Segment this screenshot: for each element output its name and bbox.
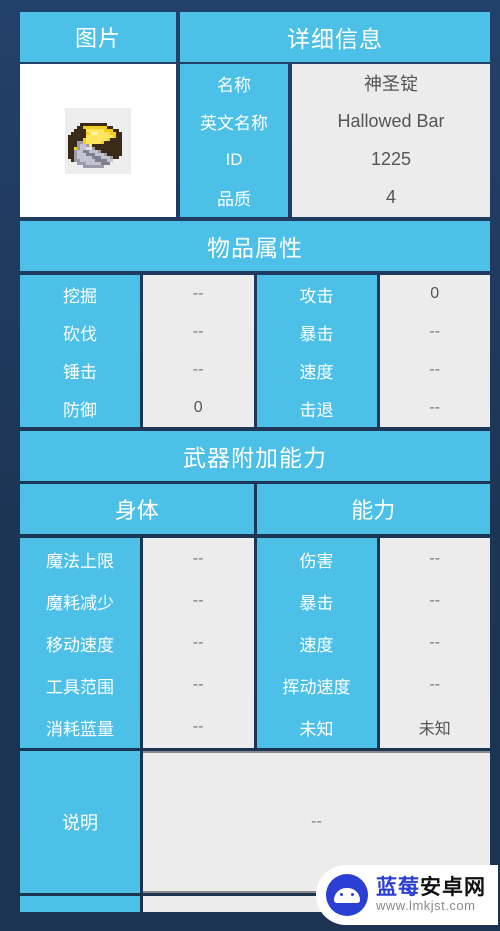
bonus-label: 魔耗减少 bbox=[46, 593, 114, 613]
description-label: 说明 bbox=[20, 751, 140, 893]
bonus-value: -- bbox=[429, 592, 441, 609]
weapon-bonus-left-group: 魔法上限 魔耗减少 移动速度 工具范围 消耗蓝量 -- -- -- -- -- bbox=[20, 538, 254, 748]
bonus-label-column: 伤害 暴击 速度 挥动速度 未知 bbox=[256, 538, 377, 748]
attribute-value: -- bbox=[429, 399, 441, 416]
bonus-value: -- bbox=[192, 634, 204, 651]
weapon-bonus-table: 魔法上限 魔耗减少 移动速度 工具范围 消耗蓝量 -- -- -- -- -- … bbox=[20, 538, 490, 748]
weapon-bonus-group-headers: 身体 能力 bbox=[20, 484, 490, 534]
item-info-card: 图片 详细信息 名称 英文名称 ID 品质 神圣锭 Hallowed Bar 1… bbox=[20, 12, 490, 912]
bonus-value: 未知 bbox=[418, 721, 451, 738]
attribute-label: 击退 bbox=[299, 400, 334, 420]
attribute-label-column: 攻击 暴击 速度 击退 bbox=[256, 275, 377, 427]
hallowed-bar-icon bbox=[65, 107, 131, 174]
attribute-value: -- bbox=[429, 361, 441, 378]
detail-label: ID bbox=[225, 149, 243, 169]
bonus-value: -- bbox=[429, 676, 441, 693]
bonus-label: 工具范围 bbox=[46, 677, 114, 697]
attribute-label: 锤击 bbox=[63, 362, 97, 382]
detail-rows: 名称 英文名称 ID 品质 神圣锭 Hallowed Bar 1225 4 bbox=[180, 64, 490, 217]
detail-value: Hallowed Bar bbox=[337, 110, 445, 131]
attribute-label: 攻击 bbox=[299, 286, 334, 306]
bonus-label: 伤害 bbox=[299, 551, 334, 571]
watermark-title-blue: 蓝莓 bbox=[376, 876, 420, 900]
detail-value: 4 bbox=[385, 187, 396, 208]
android-robot-icon bbox=[326, 874, 368, 916]
weapon-bonus-header: 武器附加能力 bbox=[20, 431, 490, 481]
attribute-value: 0 bbox=[193, 399, 203, 416]
attribute-label: 暴击 bbox=[299, 324, 334, 344]
top-section: 图片 详细信息 名称 英文名称 ID 品质 神圣锭 Hallowed Bar 1… bbox=[20, 12, 490, 217]
item-attributes-table: 挖掘 砍伐 锤击 防御 -- -- -- 0 攻击 暴击 速度 击退 0 -- bbox=[20, 275, 490, 427]
bonus-label: 暴击 bbox=[299, 593, 334, 613]
detail-value-column: 神圣锭 Hallowed Bar 1225 4 bbox=[292, 64, 490, 217]
attribute-value: 0 bbox=[430, 285, 440, 302]
detail-column: 详细信息 名称 英文名称 ID 品质 神圣锭 Hallowed Bar 1225… bbox=[180, 12, 490, 217]
bonus-label: 未知 bbox=[299, 719, 334, 739]
detail-value: 1225 bbox=[370, 149, 412, 170]
attribute-value-column: 0 -- -- -- bbox=[379, 275, 490, 427]
attribute-label: 砍伐 bbox=[63, 324, 97, 344]
attribute-label: 挖掘 bbox=[63, 286, 97, 306]
weapon-bonus-right-group: 伤害 暴击 速度 挥动速度 未知 -- -- -- -- 未知 bbox=[256, 538, 490, 748]
attribute-label: 速度 bbox=[299, 362, 334, 382]
bonus-label: 魔法上限 bbox=[46, 551, 114, 571]
bonus-value-column: -- -- -- -- -- bbox=[143, 538, 254, 748]
attribute-value: -- bbox=[192, 361, 204, 378]
watermark-text: 蓝莓安卓网 www.lmkjst.com bbox=[376, 877, 486, 913]
detail-label-column: 名称 英文名称 ID 品质 bbox=[180, 64, 288, 217]
bonus-value: -- bbox=[192, 550, 204, 567]
bonus-value: -- bbox=[192, 718, 204, 735]
attribute-value-column: -- -- -- 0 bbox=[143, 275, 254, 427]
detail-label: 英文名称 bbox=[200, 113, 268, 133]
detail-label: 名称 bbox=[217, 75, 251, 95]
site-watermark: 蓝莓安卓网 www.lmkjst.com bbox=[316, 865, 498, 925]
picture-column: 图片 bbox=[20, 12, 176, 217]
watermark-url: www.lmkjst.com bbox=[376, 898, 476, 914]
detail-value: 神圣锭 bbox=[364, 74, 418, 95]
bonus-label: 速度 bbox=[299, 635, 334, 655]
bonus-value: -- bbox=[429, 634, 441, 651]
weapon-bonus-ability-header: 能力 bbox=[256, 484, 490, 534]
item-attributes-right-group: 攻击 暴击 速度 击退 0 -- -- -- bbox=[256, 275, 490, 427]
next-row-label bbox=[20, 896, 140, 912]
bonus-value-column: -- -- -- -- 未知 bbox=[379, 538, 490, 748]
detail-header: 详细信息 bbox=[180, 12, 490, 62]
bonus-label-column: 魔法上限 魔耗减少 移动速度 工具范围 消耗蓝量 bbox=[20, 538, 140, 748]
bonus-label: 挥动速度 bbox=[282, 677, 351, 697]
attribute-label: 防御 bbox=[63, 400, 97, 420]
bonus-value: -- bbox=[192, 592, 204, 609]
picture-header: 图片 bbox=[20, 12, 176, 62]
watermark-title-black: 安卓网 bbox=[420, 876, 486, 900]
bonus-value: -- bbox=[429, 550, 441, 567]
attribute-value: -- bbox=[192, 323, 204, 340]
attribute-label-column: 挖掘 砍伐 锤击 防御 bbox=[20, 275, 140, 427]
attribute-value: -- bbox=[192, 285, 204, 302]
picture-body bbox=[20, 64, 176, 217]
item-attributes-left-group: 挖掘 砍伐 锤击 防御 -- -- -- 0 bbox=[20, 275, 254, 427]
detail-label: 品质 bbox=[217, 190, 251, 210]
bonus-label: 消耗蓝量 bbox=[46, 719, 114, 739]
attribute-value: -- bbox=[429, 323, 441, 340]
bonus-value: -- bbox=[192, 676, 204, 693]
item-attributes-header: 物品属性 bbox=[20, 221, 490, 271]
watermark-title: 蓝莓安卓网 bbox=[376, 877, 486, 899]
bonus-label: 移动速度 bbox=[46, 635, 114, 655]
weapon-bonus-body-header: 身体 bbox=[20, 484, 254, 534]
